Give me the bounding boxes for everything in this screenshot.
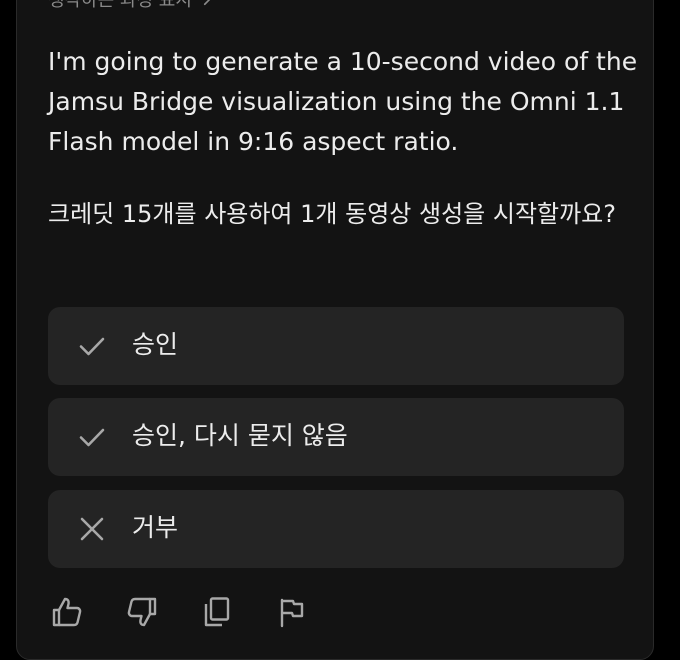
reject-option[interactable]: 거부 <box>48 490 624 568</box>
chevron-right-icon <box>203 0 211 6</box>
thumbs-down-button[interactable] <box>123 594 161 630</box>
close-icon <box>80 517 104 541</box>
approve-option[interactable]: 승인 <box>48 307 624 385</box>
show-thinking-label: 생각하는 과정 표시 <box>48 0 192 11</box>
assistant-message: I'm going to generate a 10-second video … <box>48 42 638 162</box>
thumbs-down-icon <box>127 597 157 627</box>
thumbs-up-button[interactable] <box>48 594 86 630</box>
reject-label: 거부 <box>132 513 179 542</box>
show-thinking-toggle[interactable]: 생각하는 과정 표시 <box>48 0 216 11</box>
approve-dont-ask-again-option[interactable]: 승인, 다시 묻지 않음 <box>48 398 624 476</box>
copy-icon <box>204 597 230 627</box>
report-flag-button[interactable] <box>273 594 311 630</box>
approve-label: 승인 <box>132 330 179 359</box>
flag-icon <box>280 598 304 628</box>
confirmation-question: 크레딧 15개를 사용하여 1개 동영상 생성을 시작할까요? <box>48 200 616 228</box>
approve-dont-ask-again-label: 승인, 다시 묻지 않음 <box>132 421 348 450</box>
message-action-bar <box>48 594 348 630</box>
message-paragraph: I'm going to generate a 10-second video … <box>48 47 638 156</box>
check-icon <box>79 337 105 356</box>
thumbs-up-icon <box>52 597 82 627</box>
copy-button[interactable] <box>198 594 236 630</box>
check-icon <box>79 428 105 447</box>
